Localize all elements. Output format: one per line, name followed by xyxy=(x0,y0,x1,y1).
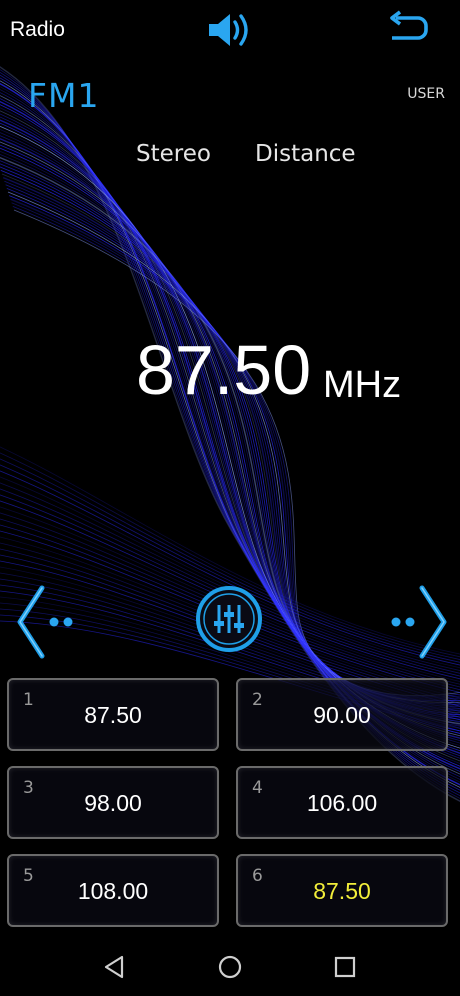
wave-line xyxy=(0,110,460,762)
square-recents-icon[interactable] xyxy=(330,952,360,982)
triangle-back-icon[interactable] xyxy=(100,952,130,982)
preset-frequency: 87.50 xyxy=(313,878,371,904)
preset-button-4[interactable]: 4 106.00 xyxy=(236,766,448,839)
preset-button-1[interactable]: 1 87.50 xyxy=(7,678,219,751)
preset-button-6[interactable]: 6 87.50 xyxy=(236,854,448,927)
frequency-display: 87.50 MHz xyxy=(0,330,460,420)
seek-previous-icon[interactable] xyxy=(14,584,80,660)
preset-frequency: 87.50 xyxy=(84,702,142,728)
frequency-value: 87.50 xyxy=(136,331,312,409)
stereo-indicator: Stereo xyxy=(136,141,211,167)
mode-label: USER xyxy=(407,86,445,102)
band-label[interactable]: FM1 xyxy=(28,76,99,115)
preset-frequency: 90.00 xyxy=(313,702,371,728)
system-nav-bar xyxy=(0,936,460,996)
preset-frequency: 98.00 xyxy=(84,790,142,816)
preset-button-3[interactable]: 3 98.00 xyxy=(7,766,219,839)
speaker-icon[interactable] xyxy=(206,10,252,50)
preset-frequency: 106.00 xyxy=(306,790,378,816)
preset-button-5[interactable]: 5 108.00 xyxy=(7,854,219,927)
app-title: Radio xyxy=(10,18,65,41)
top-bar: Radio xyxy=(0,0,460,58)
wave-line xyxy=(0,107,460,764)
preset-frequency: 108.00 xyxy=(77,878,149,904)
return-arrow-icon[interactable] xyxy=(386,10,428,46)
preset-button-2[interactable]: 2 90.00 xyxy=(236,678,448,751)
circle-home-icon[interactable] xyxy=(215,952,245,982)
equalizer-icon[interactable] xyxy=(195,583,263,655)
frequency-unit: MHz xyxy=(323,364,402,406)
distance-indicator: Distance xyxy=(255,141,356,167)
wave-line xyxy=(0,113,460,759)
seek-next-icon[interactable] xyxy=(388,584,448,660)
